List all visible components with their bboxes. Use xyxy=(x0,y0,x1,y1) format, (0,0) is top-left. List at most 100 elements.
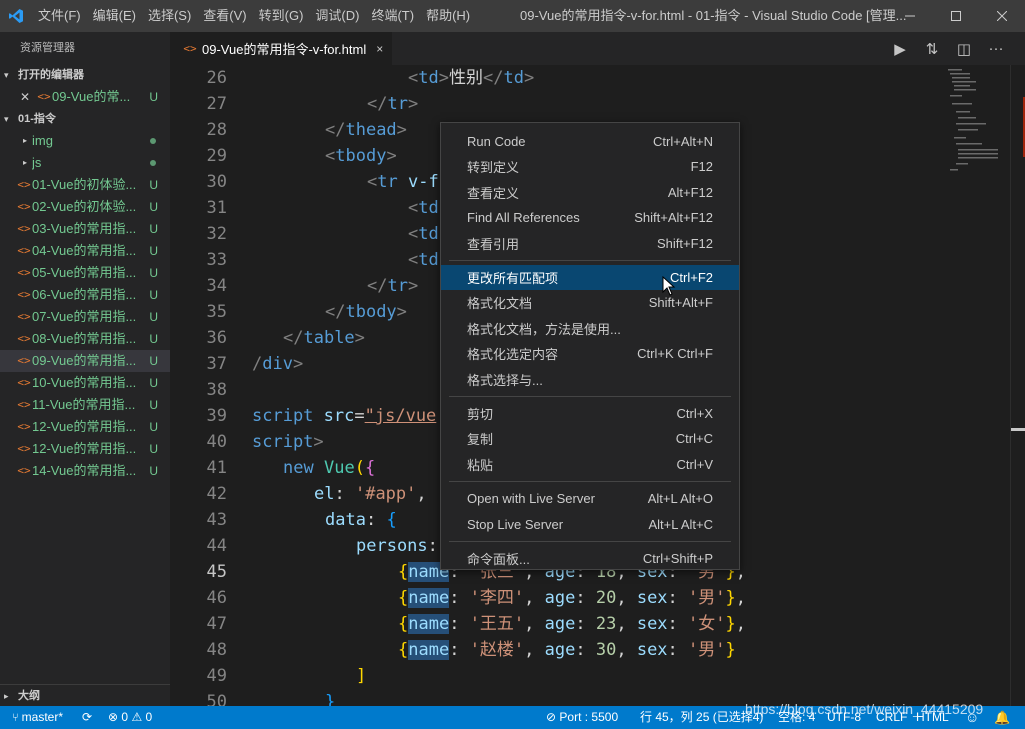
menu-item-shortcut: Shift+F12 xyxy=(656,235,713,251)
file-item[interactable]: <> 04-Vue的常用指... U xyxy=(0,240,170,262)
code-text: script xyxy=(252,406,314,426)
file-item[interactable]: <> 10-Vue的常用指... U xyxy=(0,372,170,394)
code-text: name xyxy=(408,588,450,608)
menu-item[interactable]: 查看(V) xyxy=(197,0,252,32)
line-number: 33 xyxy=(206,250,227,270)
run-icon[interactable]: ▶ xyxy=(891,40,909,58)
folder-item-label: js xyxy=(32,155,42,170)
code-text: age xyxy=(544,614,576,634)
context-menu-item[interactable]: 更改所有匹配项 Ctrl+F2 xyxy=(441,265,739,290)
folder-header[interactable]: ▾ 01-指令 xyxy=(0,108,170,130)
notifications-bell-icon[interactable]: 🔔 xyxy=(994,706,1010,729)
scrollbar-cursor-marker xyxy=(1011,428,1025,431)
file-item[interactable]: <> 06-Vue的常用指... U xyxy=(0,284,170,306)
file-item-label: 08-Vue的常用指... xyxy=(32,331,137,346)
branch-indicator[interactable]: ⑂ master* xyxy=(12,706,63,729)
editor-tab[interactable]: <> 09-Vue的常用指令-v-for.html × xyxy=(170,32,392,65)
file-item[interactable]: <> 14-Vue的常用指... U xyxy=(0,460,170,482)
menu-item-label: 格式选择与... xyxy=(467,372,543,388)
untracked-badge: U xyxy=(149,288,158,302)
modified-dot-icon xyxy=(150,138,156,144)
context-menu-item[interactable]: 转到定义 F12 xyxy=(441,154,739,179)
menu-item[interactable]: 转到(G) xyxy=(253,0,310,32)
file-item[interactable]: <> 12-Vue的常用指... U xyxy=(0,416,170,438)
context-menu-item[interactable]: 粘贴 Ctrl+V xyxy=(441,452,739,477)
html-file-icon: <> xyxy=(17,310,31,323)
more-actions-icon[interactable]: ··· xyxy=(987,40,1005,57)
compare-changes-icon[interactable]: ⇅ xyxy=(923,40,941,58)
file-item[interactable]: <> 08-Vue的常用指... U xyxy=(0,328,170,350)
context-menu-item[interactable]: Stop Live Server Alt+L Alt+C xyxy=(441,512,739,537)
context-menu-item[interactable]: 格式化选定内容 Ctrl+K Ctrl+F xyxy=(441,341,739,366)
file-item-label: 12-Vue的常用指... xyxy=(32,419,137,434)
file-item-label: 12-Vue的常用指... xyxy=(32,441,137,456)
file-item[interactable]: <> 11-Vue的常用指... U xyxy=(0,394,170,416)
menu-item[interactable]: 选择(S) xyxy=(142,0,197,32)
split-editor-icon[interactable]: ◫ xyxy=(955,40,973,58)
file-item[interactable]: <> 01-Vue的初体验... U xyxy=(0,174,170,196)
file-item-label: 01-Vue的初体验... xyxy=(32,177,137,192)
code-line: 49] xyxy=(170,663,940,689)
context-menu-item[interactable]: 格式选择与... xyxy=(441,367,739,392)
context-menu-item[interactable]: 格式化文档 Shift+Alt+F xyxy=(441,290,739,315)
problems-indicator[interactable]: ⊗ 0 ⚠ 0 xyxy=(108,706,152,729)
editor-tab-bar: <> 09-Vue的常用指令-v-for.html × ▶ ⇅ ◫ ··· xyxy=(170,32,1025,65)
open-editor-item[interactable]: ✕ <> 09-Vue的常... U xyxy=(0,86,170,108)
html-file-icon: <> xyxy=(17,222,31,235)
menu-item-label: 查看引用 xyxy=(467,236,520,252)
menu-item-label: 更改所有匹配项 xyxy=(467,271,559,286)
code-text: name xyxy=(408,640,450,660)
file-item[interactable]: <> 02-Vue的初体验... U xyxy=(0,196,170,218)
context-menu-item[interactable]: 复制 Ctrl+C xyxy=(441,426,739,451)
minimize-button[interactable] xyxy=(887,0,933,32)
file-item[interactable]: <> 09-Vue的常用指... U xyxy=(0,350,170,372)
menu-separator xyxy=(449,541,731,542)
file-item[interactable]: <> 07-Vue的常用指... U xyxy=(0,306,170,328)
menu-item[interactable]: 帮助(H) xyxy=(420,0,476,32)
context-menu-item[interactable]: Run Code Ctrl+Alt+N xyxy=(441,129,739,154)
html-file-icon: <> xyxy=(17,398,31,411)
close-icon[interactable]: ✕ xyxy=(20,86,36,108)
menu-item[interactable]: 调试(D) xyxy=(309,0,365,32)
window-controls xyxy=(887,0,1025,32)
context-menu-item[interactable]: 查看引用 Shift+F12 xyxy=(441,231,739,256)
context-menu-item[interactable]: Open with Live Server Alt+L Alt+O xyxy=(441,486,739,511)
live-server-port[interactable]: ⊘ Port : 5500 xyxy=(546,706,618,729)
close-window-button[interactable] xyxy=(979,0,1025,32)
html-file-icon: <> xyxy=(17,200,31,213)
file-item[interactable]: <> 12-Vue的常用指... U xyxy=(0,438,170,460)
file-item[interactable]: <> 05-Vue的常用指... U xyxy=(0,262,170,284)
context-menu-item[interactable]: Find All References Shift+Alt+F12 xyxy=(441,205,739,230)
menu-item[interactable]: 编辑(E) xyxy=(87,0,142,32)
vertical-scrollbar[interactable] xyxy=(1010,65,1025,706)
file-item-label: 10-Vue的常用指... xyxy=(32,375,137,390)
sync-icon[interactable]: ⟳ xyxy=(82,706,92,729)
minimap[interactable] xyxy=(940,65,1010,706)
code-text: 性别 xyxy=(448,68,483,88)
file-item-label: 07-Vue的常用指... xyxy=(32,309,137,324)
code-text: age xyxy=(544,640,576,660)
code-text: sex xyxy=(636,588,668,608)
untracked-badge: U xyxy=(149,222,158,236)
folder-item[interactable]: ▸ js xyxy=(0,152,170,174)
menu-item[interactable]: 文件(F) xyxy=(32,0,87,32)
stop-circle-icon: ⊘ xyxy=(546,710,557,724)
maximize-button[interactable] xyxy=(933,0,979,32)
menu-item[interactable]: 终端(T) xyxy=(365,0,420,32)
outline-header[interactable]: ▸ 大纲 xyxy=(0,684,170,706)
file-item[interactable]: <> 03-Vue的常用指... U xyxy=(0,218,170,240)
context-menu-item[interactable]: 格式化文档，方法是使用... xyxy=(441,316,739,341)
line-number: 37 xyxy=(206,354,227,374)
folder-item[interactable]: ▸ img xyxy=(0,130,170,152)
port-label: Port : 5500 xyxy=(559,710,619,724)
untracked-badge: U xyxy=(149,354,158,368)
context-menu-item[interactable]: 命令面板... Ctrl+Shift+P xyxy=(441,546,739,571)
open-editors-header[interactable]: ▾ 打开的编辑器 xyxy=(0,64,170,86)
line-number: 36 xyxy=(206,328,227,348)
menu-item-label: 剪切 xyxy=(467,407,494,422)
outline-label: 大纲 xyxy=(18,689,40,702)
close-icon[interactable]: × xyxy=(376,42,383,56)
context-menu-item[interactable]: 剪切 Ctrl+X xyxy=(441,401,739,426)
context-menu-item[interactable]: 查看定义 Alt+F12 xyxy=(441,180,739,205)
menu-item-shortcut: Ctrl+K Ctrl+F xyxy=(637,346,713,362)
